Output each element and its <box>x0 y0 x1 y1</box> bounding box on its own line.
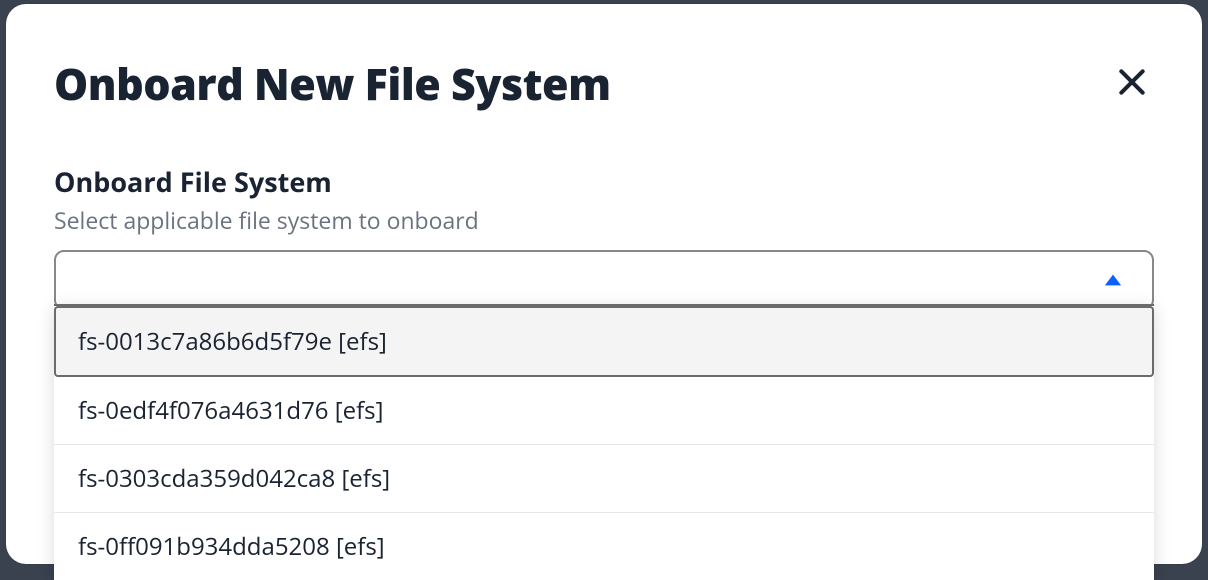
section-label: Onboard File System <box>54 163 1154 200</box>
dropdown-option[interactable]: fs-0013c7a86b6d5f79e [efs] <box>54 306 1154 377</box>
onboard-file-system-modal: Onboard New File System Onboard File Sys… <box>6 4 1202 564</box>
dropdown-option[interactable]: fs-0edf4f076a4631d76 [efs] <box>54 377 1154 445</box>
dropdown-option[interactable]: fs-0303cda359d042ca8 [efs] <box>54 445 1154 513</box>
caret-up-icon <box>1104 273 1122 287</box>
modal-header: Onboard New File System <box>54 54 1154 113</box>
file-system-select[interactable] <box>54 250 1154 310</box>
close-icon <box>1116 66 1148 101</box>
modal-title: Onboard New File System <box>54 54 611 113</box>
close-button[interactable] <box>1110 60 1154 107</box>
file-system-dropdown: fs-0013c7a86b6d5f79e [efs] fs-0edf4f076a… <box>54 304 1154 580</box>
section-hint: Select applicable file system to onboard <box>54 204 1154 236</box>
